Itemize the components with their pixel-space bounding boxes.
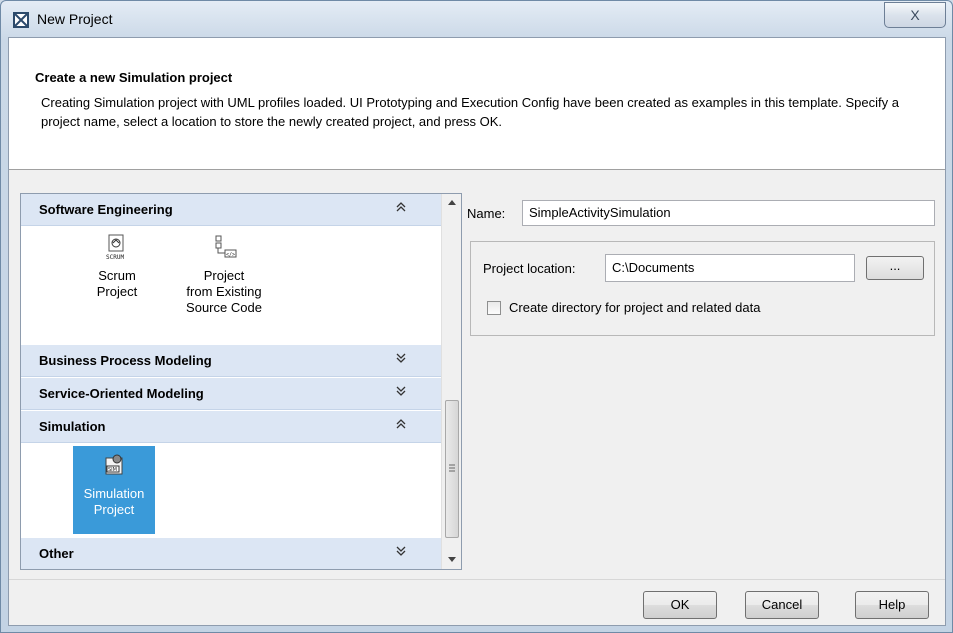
category-label: Simulation [39,419,106,434]
project-location-label: Project location: [483,261,576,276]
close-icon: X [910,7,920,23]
template-project-from-source[interactable]: </> Project from Existing Source Code [174,234,274,334]
scroll-down-button[interactable] [442,552,462,569]
expand-icon[interactable] [391,545,411,560]
ok-button[interactable]: OK [643,591,717,619]
category-other[interactable]: Other [21,538,441,569]
svg-text:</>: </> [226,252,235,258]
header-title: Create a new Simulation project [35,70,233,85]
help-button[interactable]: Help [855,591,929,619]
template-list-panel: Software Engineering SCRUM Scrum Project… [20,193,462,570]
new-project-dialog: New Project X Create a new Simulation pr… [0,0,953,633]
svg-text:SCRUM: SCRUM [106,254,124,260]
footer-divider [9,579,945,580]
name-label: Name: [467,206,506,221]
arrow-down-icon [448,557,456,562]
category-service-oriented-modeling[interactable]: Service-Oriented Modeling [21,378,441,410]
simulation-project-icon: SIM [73,454,155,482]
scroll-thumb[interactable] [445,400,459,538]
create-directory-label: Create directory for project and related… [509,300,761,315]
template-list: Software Engineering SCRUM Scrum Project… [21,194,441,569]
tile-label: Scrum Project [96,268,138,299]
category-label: Service-Oriented Modeling [39,386,204,401]
expand-icon[interactable] [391,352,411,367]
window-title: New Project [37,11,113,27]
create-directory-checkbox[interactable] [487,301,501,315]
header-description: Creating Simulation project with UML pro… [41,95,899,129]
close-button[interactable]: X [884,2,946,28]
project-location-input[interactable]: C:\Documents [605,254,855,282]
category-label: Software Engineering [39,202,173,217]
template-scrum-project[interactable]: SCRUM Scrum Project [81,234,153,314]
scrum-project-icon: SCRUM [81,234,153,264]
tile-label: Simulation Project [83,486,145,517]
app-icon [13,12,29,28]
svg-text:SIM: SIM [108,467,117,473]
header-panel: Create a new Simulation project Creating… [9,38,945,170]
expand-icon[interactable] [391,385,411,400]
collapse-icon[interactable] [391,201,411,216]
category-business-process-modeling[interactable]: Business Process Modeling [21,345,441,377]
grip-icon [449,464,455,472]
collapse-icon[interactable] [391,418,411,433]
tile-label: Project from Existing Source Code [186,268,262,315]
category-label: Other [39,546,74,561]
arrow-up-icon [448,200,456,205]
dialog-body: Create a new Simulation project Creating… [8,37,946,626]
location-group: Project location: C:\Documents ... Creat… [470,241,935,336]
title-bar[interactable]: New Project X [1,1,952,37]
vertical-scrollbar[interactable] [441,194,461,569]
browse-button[interactable]: ... [866,256,924,280]
category-label: Business Process Modeling [39,353,212,368]
category-simulation[interactable]: Simulation [21,411,441,443]
project-name-input[interactable]: SimpleActivitySimulation [522,200,935,226]
cancel-button[interactable]: Cancel [745,591,819,619]
template-simulation-project[interactable]: SIM Simulation Project [73,446,155,534]
source-code-project-icon: </> [174,234,274,264]
category-software-engineering[interactable]: Software Engineering [21,194,441,226]
scroll-up-button[interactable] [442,194,462,211]
